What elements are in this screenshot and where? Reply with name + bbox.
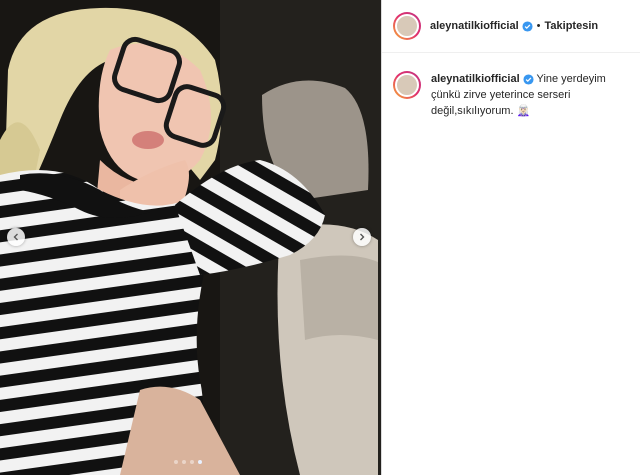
caption-avatar[interactable] (393, 71, 421, 99)
caption-text-block: aleynatilkiofficial Yine yerdeyim çünkü … (431, 71, 631, 119)
carousel-dot (174, 460, 178, 464)
verified-badge-icon (523, 74, 534, 85)
avatar-image (395, 14, 419, 38)
caption-username-link[interactable]: aleynatilkiofficial (431, 73, 520, 85)
carousel-indicator (174, 460, 202, 464)
carousel-next-button[interactable] (353, 228, 371, 246)
separator: • (536, 20, 541, 32)
post-photo[interactable] (0, 0, 381, 475)
carousel-prev-button[interactable] (7, 228, 25, 246)
avatar[interactable] (393, 12, 421, 40)
verified-badge-icon (522, 20, 533, 32)
instagram-post: aleynatilkiofficial • Takiptesin aleynat… (0, 0, 640, 475)
following-button[interactable]: Takiptesin (545, 20, 599, 32)
post-header: aleynatilkiofficial • Takiptesin (382, 0, 640, 53)
post-caption: aleynatilkiofficial Yine yerdeyim çünkü … (393, 71, 633, 119)
carousel-dot-active (198, 460, 202, 464)
avatar-image (395, 73, 419, 97)
chevron-left-icon (13, 233, 18, 241)
carousel-dot (182, 460, 186, 464)
chevron-right-icon (360, 233, 365, 241)
post-photo-image (0, 0, 381, 475)
post-side-panel: aleynatilkiofficial • Takiptesin aleynat… (382, 0, 640, 475)
username-link[interactable]: aleynatilkiofficial (430, 20, 519, 32)
carousel-dot (190, 460, 194, 464)
